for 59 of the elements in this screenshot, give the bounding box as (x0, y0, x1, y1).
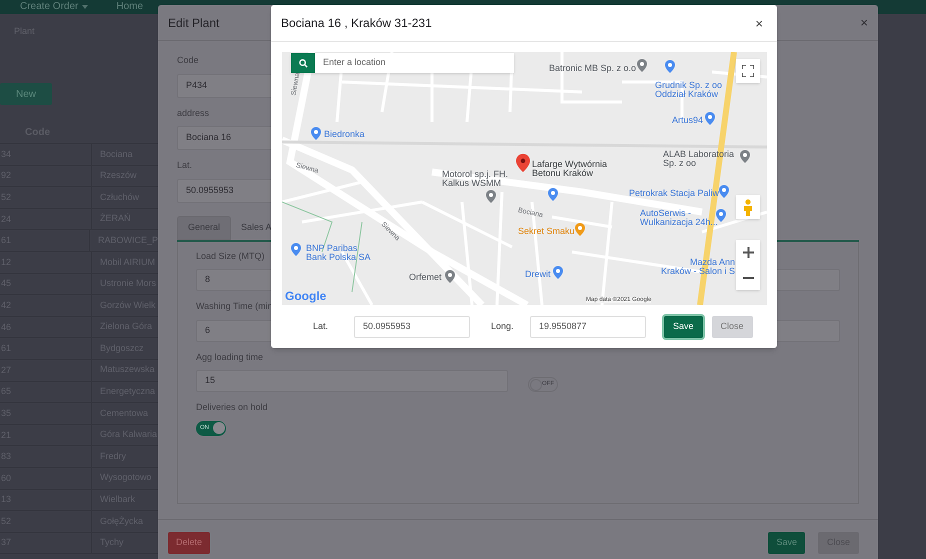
fullscreen-icon (742, 65, 754, 77)
dialog-title: Edit Plant (168, 14, 220, 32)
field-label: Lat. (313, 320, 330, 333)
save-button[interactable]: Save (768, 532, 805, 554)
field-label: Agg loading time (196, 350, 264, 364)
close-button[interactable]: × (755, 16, 763, 30)
dialog-title: Bociana 16 , Kraków 31-231 (281, 15, 432, 32)
close-button[interactable]: × (860, 16, 868, 29)
field-label: Code (177, 54, 199, 67)
map-pin-icon (291, 243, 301, 256)
place-label: Grudnik Sp. z oo Oddział Kraków (655, 81, 722, 99)
field-label: Load Size (MTQ) (196, 250, 265, 263)
search-button[interactable] (291, 53, 315, 73)
field-label: address (177, 106, 210, 120)
caret-icon (82, 5, 88, 9)
nav-link[interactable]: Create Order (20, 2, 88, 12)
place-label: Lafarge Wytwórnia Betonu Kraków (532, 160, 607, 178)
map-pin-icon (516, 153, 530, 173)
new-button[interactable]: New (0, 83, 52, 105)
place-label: Artus94 (672, 116, 704, 125)
place-label: Orfemet (409, 273, 442, 282)
place-label: Batronic MB Sp. z o.o (549, 64, 636, 73)
map-pin-icon (553, 266, 563, 279)
latitude-input[interactable]: 50.0955953 (354, 316, 470, 338)
save-button[interactable]: Save (664, 316, 703, 338)
map-pin-icon (575, 223, 585, 236)
field-label: Deliveries on hold (196, 401, 268, 414)
search-input[interactable]: Enter a location (323, 56, 503, 70)
map-logo: Google (285, 290, 326, 302)
plus-icon (742, 247, 754, 258)
place-label: Motorol sp.j. FH. Kalkus WSMM (442, 170, 508, 188)
place-label: BNP Paribas Bank Polska SA (306, 244, 371, 262)
map-pin-icon (719, 185, 729, 198)
map-pin-icon (486, 190, 496, 203)
fullscreen-button[interactable] (736, 59, 760, 83)
minus-icon (742, 276, 754, 278)
place-label: Drewit (525, 270, 551, 279)
text-input[interactable]: 15 (196, 370, 508, 392)
map-pin-icon (637, 59, 647, 72)
map-pin-icon (716, 209, 726, 222)
map-pin-icon (740, 150, 750, 163)
close-button[interactable]: Close (712, 316, 753, 338)
toggle-knob (213, 422, 225, 434)
nav-link[interactable]: Home (116, 2, 144, 12)
place-label: Sekret Smaku (518, 227, 575, 236)
map-pin-icon (665, 60, 675, 73)
tab[interactable]: Sales A (231, 216, 282, 240)
map-pin-icon (705, 112, 715, 125)
longitude-input[interactable]: 19.9550877 (530, 316, 646, 338)
map-pin-icon (548, 188, 558, 201)
map-pin-icon (311, 127, 321, 140)
search-icon (298, 58, 308, 68)
place-label: Biedronka (324, 130, 365, 139)
location-search-field[interactable]: Enter a location (291, 53, 514, 73)
field-label: Long. (491, 320, 515, 333)
map-pin-icon (445, 270, 455, 283)
person-icon (743, 198, 753, 216)
field-label: Lat. (177, 159, 192, 172)
delete-button[interactable]: Delete (168, 532, 210, 554)
